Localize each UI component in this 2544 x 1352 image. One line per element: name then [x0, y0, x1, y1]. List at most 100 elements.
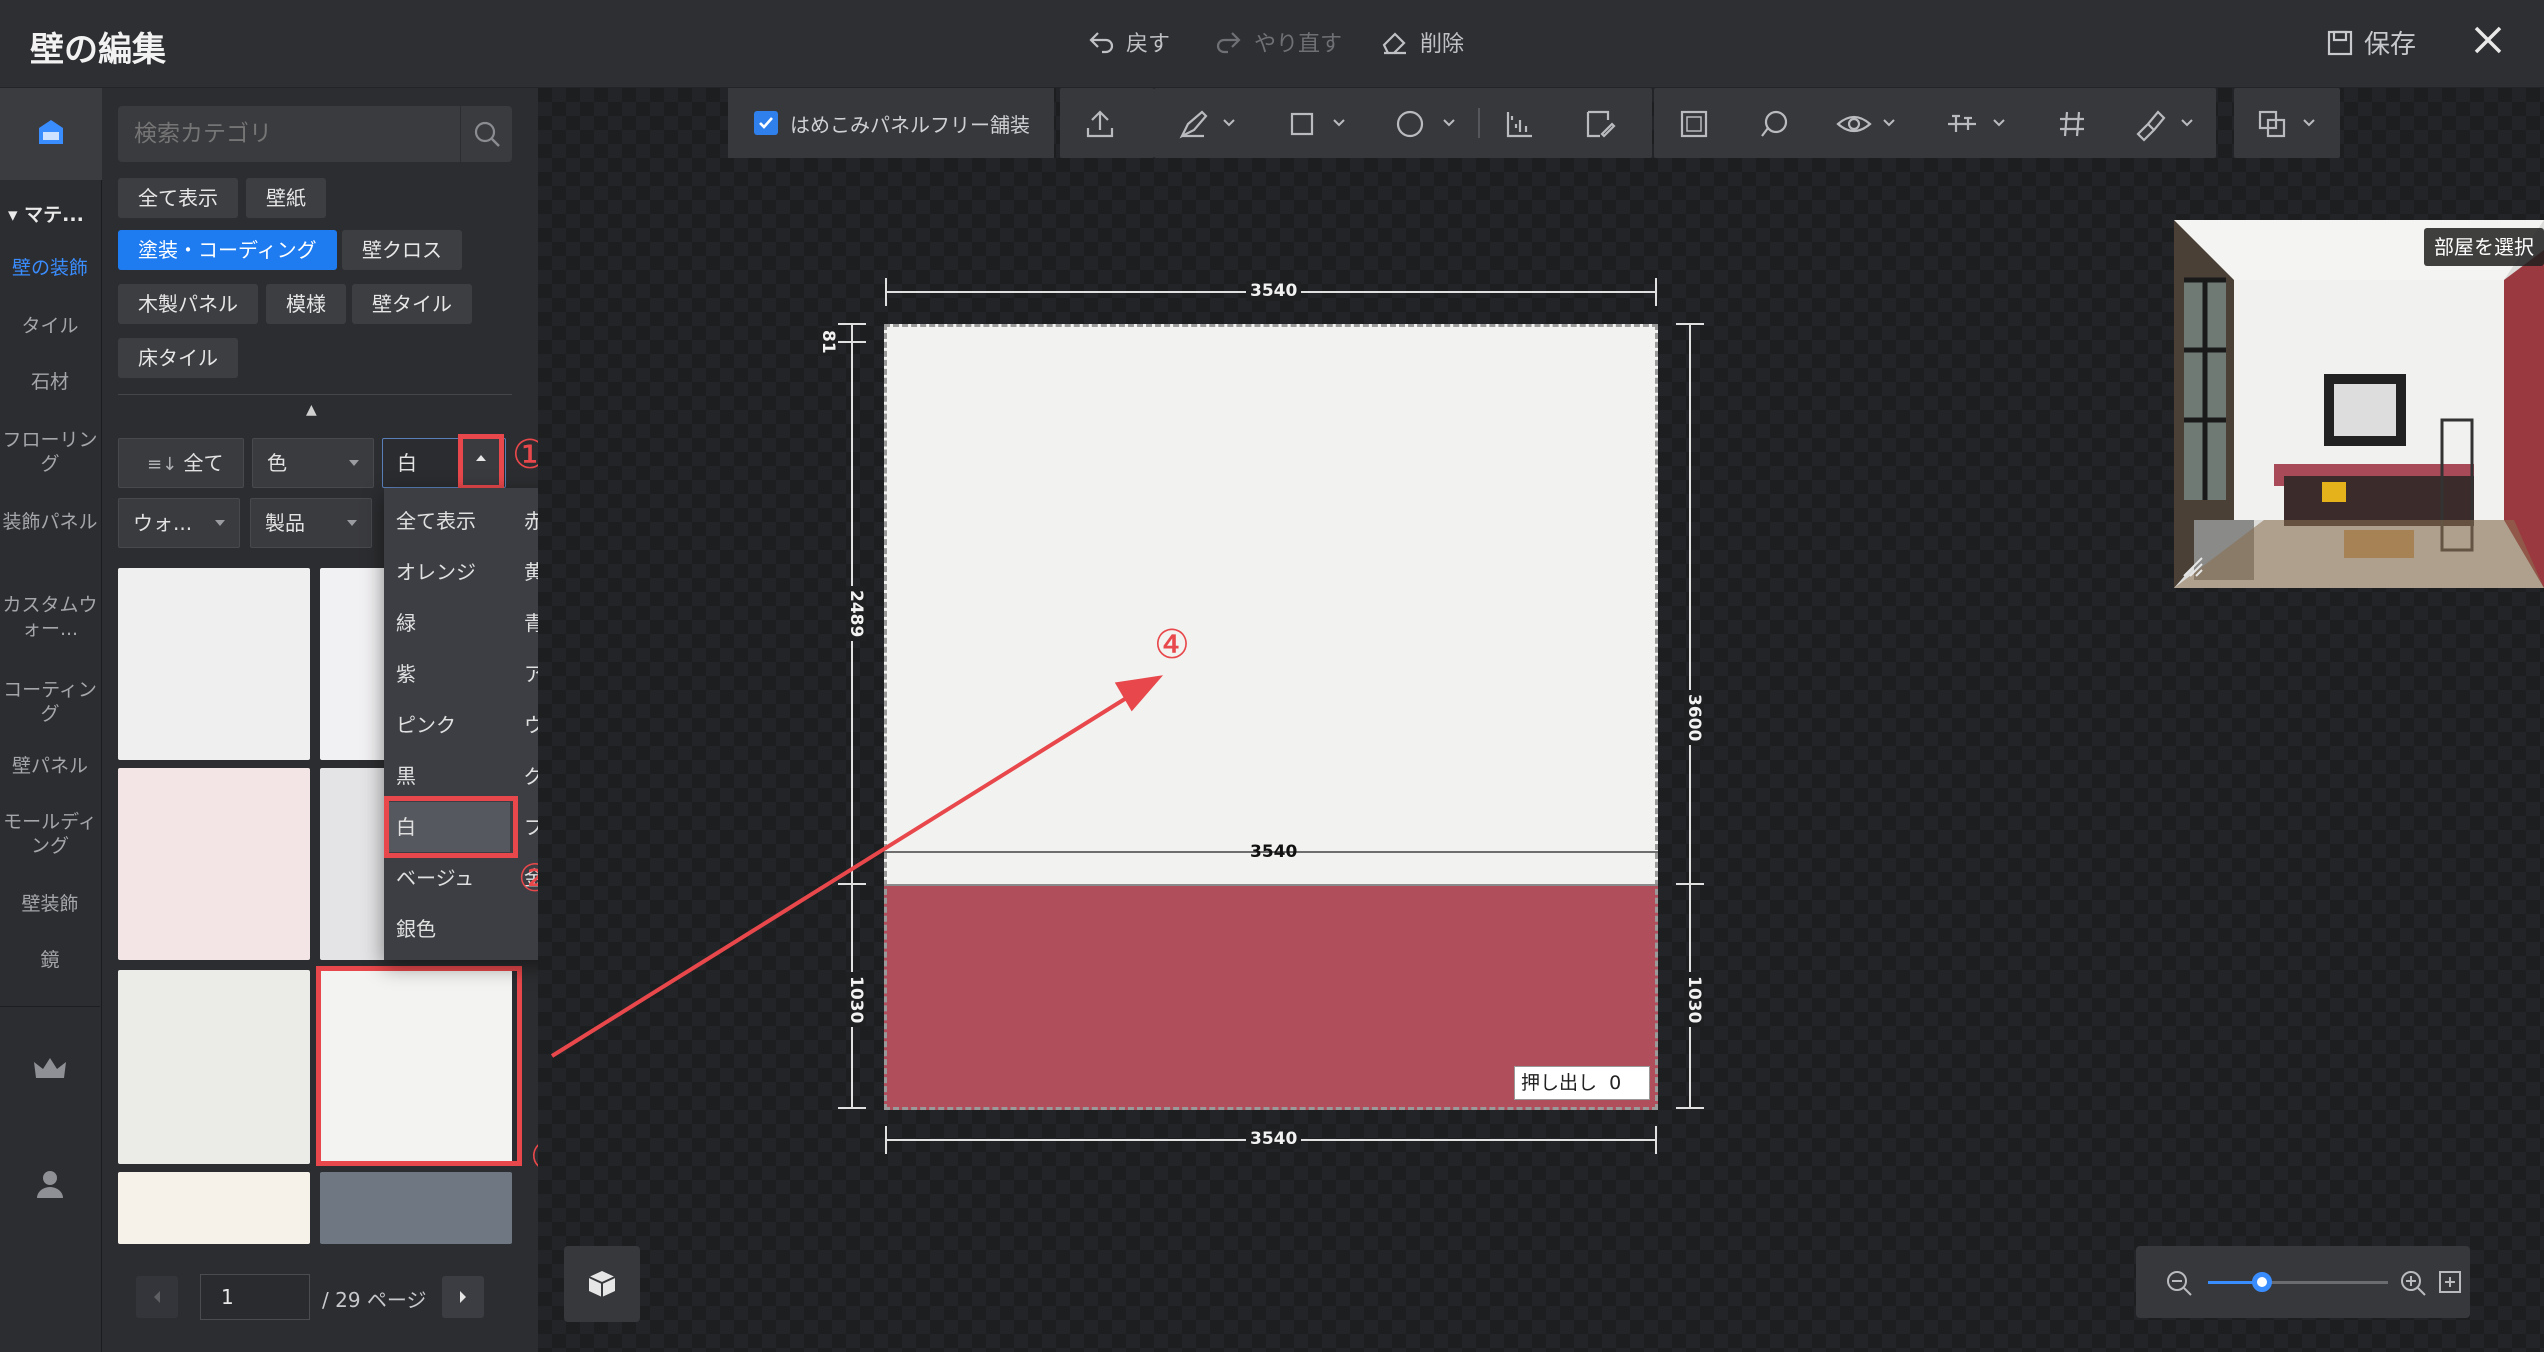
rail-section-label: マテ... [24, 204, 84, 226]
category-chip-wood-panel[interactable]: 木製パネル [118, 284, 258, 324]
category-chip-pattern[interactable]: 模様 [266, 284, 346, 324]
type-filter-text: ウォ... [133, 511, 193, 535]
rail-item-wall-panel[interactable]: 壁パネル [0, 754, 100, 778]
ruler-tool-icon[interactable] [1500, 104, 1540, 144]
selected-swatch-highlight [316, 966, 522, 1166]
rail-item-flooring[interactable]: フローリング [0, 428, 100, 476]
source-filter[interactable]: 製品 [250, 498, 372, 548]
toolbar-divider [1478, 108, 1480, 138]
grid-icon[interactable] [2052, 104, 2092, 144]
pen-tool-icon[interactable] [1174, 104, 1214, 144]
materials-tab[interactable] [0, 88, 102, 180]
align-icon[interactable] [1942, 104, 1982, 144]
color-option[interactable]: ベージュ [384, 853, 510, 903]
category-chip-paint[interactable]: 塗装・コーディング [118, 230, 337, 270]
3d-view-button[interactable] [564, 1246, 640, 1322]
zoom-in-icon[interactable] [2398, 1268, 2428, 1298]
delete-label: 削除 [1420, 32, 1465, 57]
resize-handle-icon[interactable] [2180, 554, 2206, 580]
brush-icon[interactable] [2130, 104, 2170, 144]
search-icon [474, 121, 500, 147]
chevron-down-icon[interactable] [1882, 118, 1896, 128]
edit-area-icon[interactable] [1580, 104, 1620, 144]
wall-outline [884, 324, 1658, 1110]
material-swatch[interactable] [118, 768, 310, 960]
rail-item-stone[interactable]: 石材 [0, 370, 100, 394]
checkbox[interactable] [754, 111, 778, 135]
rail-item-mirror[interactable]: 鏡 [0, 948, 100, 972]
color-option[interactable]: 緑 [384, 598, 510, 648]
prev-page-button[interactable] [136, 1276, 178, 1318]
color-option[interactable]: 紫 [384, 649, 510, 699]
undo-button[interactable]: 戻す [1086, 26, 1170, 58]
eye-icon[interactable] [1834, 104, 1874, 144]
page-total: / 29 ページ [322, 1288, 427, 1312]
chevron-down-icon[interactable] [2180, 118, 2194, 128]
color-option[interactable]: 黒 [384, 751, 510, 801]
color-filter-label[interactable]: 色 [252, 438, 374, 488]
material-swatch[interactable] [118, 568, 310, 760]
zoom-out-icon[interactable] [2164, 1268, 2194, 1298]
dimension-right-lower: 1030 [1684, 972, 1704, 1028]
material-swatch[interactable] [320, 1172, 512, 1244]
inlay-panel-label: はめこみパネルフリー舗装 [790, 112, 1030, 137]
zoom-control [2136, 1246, 2470, 1318]
upload-icon[interactable] [1080, 104, 1120, 144]
rail-item-wall-ornament[interactable]: 壁装飾 [0, 892, 100, 916]
category-chip-all[interactable]: 全て表示 [118, 178, 238, 218]
select-room-button[interactable]: 部屋を選択 [2424, 228, 2544, 266]
color-option[interactable]: ピンク [384, 700, 510, 750]
chevron-down-icon [347, 520, 357, 526]
close-icon [2474, 26, 2502, 54]
collapse-chips-icon[interactable]: ▲ [306, 402, 317, 418]
frame-select-icon[interactable] [1674, 104, 1714, 144]
search-input[interactable] [134, 106, 454, 162]
zoom-slider-track[interactable] [2208, 1281, 2388, 1284]
chevron-down-icon[interactable] [1992, 118, 2006, 128]
color-option[interactable]: オレンジ [384, 547, 510, 597]
sort-filter[interactable]: ≡↓ 全て [118, 438, 244, 488]
color-option[interactable]: 全て表示 [384, 496, 510, 546]
rail-item-tile[interactable]: タイル [0, 314, 100, 338]
color-option[interactable]: 銀色 [384, 904, 510, 954]
redo-button[interactable]: やり直す [1214, 26, 1342, 58]
rail-item-coating[interactable]: コーティング [0, 678, 100, 726]
chevron-down-icon[interactable] [1222, 118, 1236, 128]
crown-icon[interactable] [32, 1054, 68, 1088]
category-chip-wall-tile[interactable]: 壁タイル [352, 284, 472, 324]
close-button[interactable] [2466, 18, 2510, 62]
color-dropdown-toggle[interactable] [458, 434, 504, 490]
zoom-slider-thumb[interactable] [2252, 1272, 2272, 1292]
user-icon[interactable] [32, 1166, 68, 1206]
category-chip-wall-cloth[interactable]: 壁クロス [342, 230, 462, 270]
inlay-panel-toggle[interactable]: はめこみパネルフリー舗装 [728, 88, 1054, 158]
chevron-down-icon[interactable] [2302, 118, 2316, 128]
delete-button[interactable]: 削除 [1380, 26, 1464, 58]
window-title: 壁の編集 [30, 30, 166, 70]
chevron-down-icon[interactable] [1442, 118, 1456, 128]
type-filter[interactable]: ウォ... [118, 498, 240, 548]
rail-section-header[interactable]: ▾ マテ... [8, 200, 84, 227]
circle-tool-icon[interactable] [1390, 104, 1430, 144]
lasso-icon[interactable] [1754, 104, 1794, 144]
rail-item-wall-decor[interactable]: 壁の装飾 [0, 256, 100, 280]
chevron-down-icon[interactable] [1332, 118, 1346, 128]
rail-item-deco-panel[interactable]: 装飾パネル [0, 510, 100, 534]
chevron-right-icon [460, 1291, 466, 1303]
rail-item-molding[interactable]: モールディング [0, 810, 100, 858]
category-chip-wallpaper[interactable]: 壁紙 [246, 178, 326, 218]
copy-icon[interactable] [2252, 104, 2292, 144]
material-swatch[interactable] [118, 970, 310, 1164]
category-chip-floor-tile[interactable]: 床タイル [118, 338, 238, 378]
rectangle-tool-icon[interactable] [1282, 104, 1322, 144]
save-button[interactable]: 保存 [2326, 24, 2416, 61]
room-preview[interactable] [2174, 220, 2544, 588]
rail-item-custom-wall[interactable]: カスタムウォー... [0, 593, 100, 641]
material-swatch[interactable] [118, 1172, 310, 1244]
fit-view-icon[interactable] [2436, 1268, 2464, 1296]
page-number-input[interactable] [200, 1274, 310, 1320]
search-button[interactable] [460, 106, 512, 162]
next-page-button[interactable] [442, 1276, 484, 1318]
redo-label: やり直す [1254, 32, 1343, 57]
extrude-field[interactable]: 押し出し 0 [1514, 1066, 1650, 1100]
